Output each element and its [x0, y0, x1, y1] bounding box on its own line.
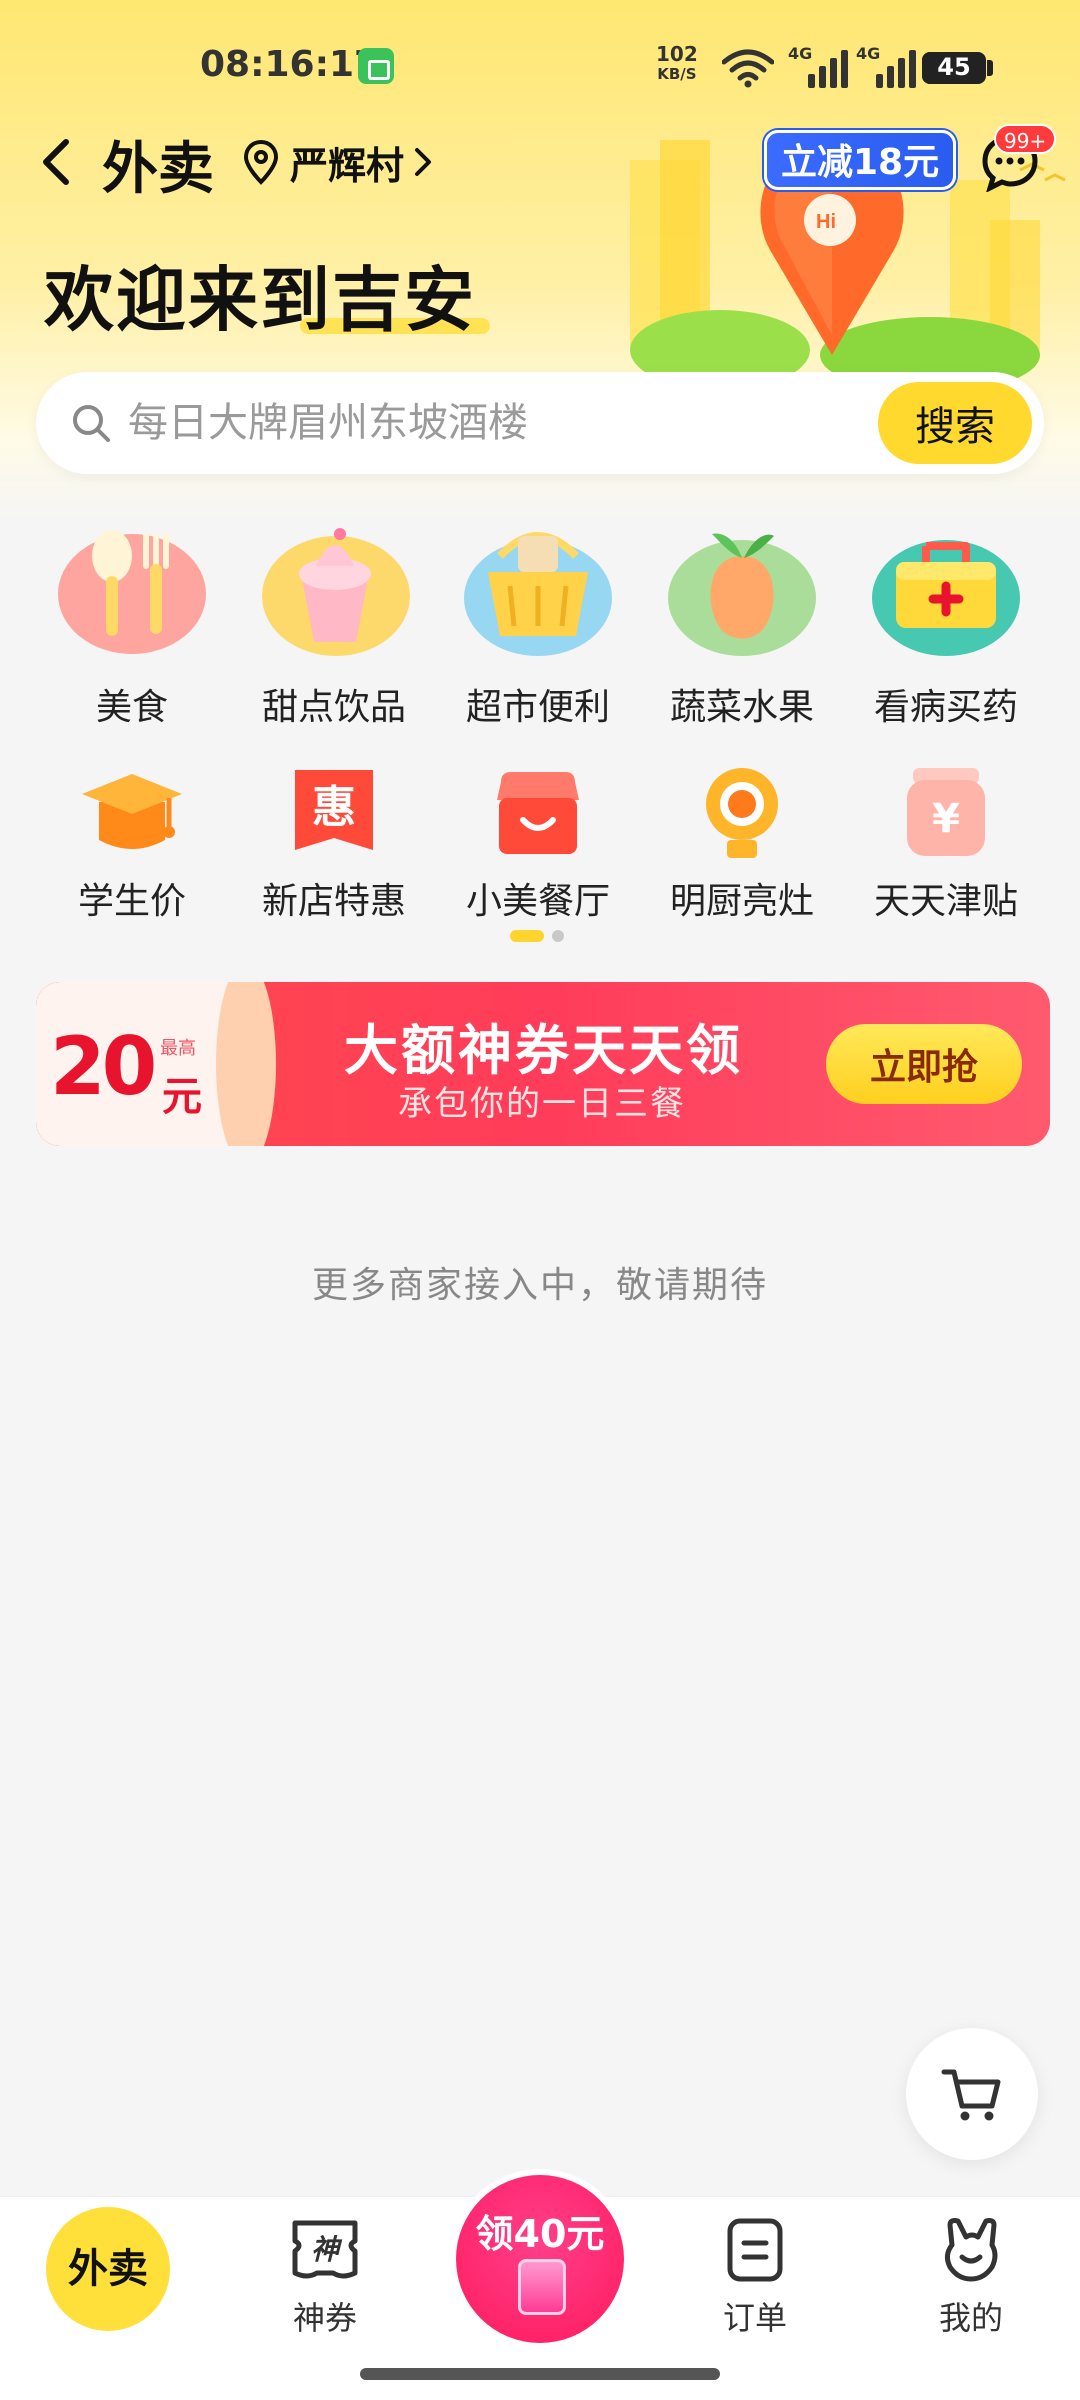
search-button[interactable]: 搜索: [878, 382, 1032, 464]
category-open-kitchen[interactable]: 明厨亮灶: [642, 764, 842, 924]
svg-text:Hi: Hi: [816, 211, 836, 233]
welcome-heading: 欢迎来到吉安: [44, 259, 476, 341]
coupon-banner[interactable]: 20 最高 元 大额神券天天领 承包你的一日三餐 立即抢: [36, 982, 1050, 1146]
location-selector[interactable]: 严辉村: [242, 136, 434, 188]
category-xiaomei-restaurant[interactable]: 小美餐厅: [438, 764, 638, 924]
category-label: 美食: [95, 687, 168, 728]
shop-icon: [497, 772, 579, 854]
nav-claim-reward-button[interactable]: 领40元: [456, 2175, 624, 2343]
category-daily-subsidy[interactable]: ¥ 天天津贴: [846, 764, 1046, 924]
cart-icon: [941, 2069, 1001, 2121]
utensils-icon: [58, 530, 206, 654]
category-label: 小美餐厅: [465, 881, 610, 922]
banner-subtitle: 承包你的一日三餐: [398, 1084, 686, 1124]
rabbit-profile-icon: [944, 2218, 998, 2282]
graduation-cap-icon: [82, 774, 182, 849]
nav-coupons-tab[interactable]: 神 神券: [250, 2215, 400, 2339]
category-label: 天天津贴: [873, 881, 1018, 922]
coupon-tag-icon: 神: [292, 2220, 358, 2279]
coupon-max-label: 最高: [160, 1038, 196, 1059]
cell-signal-1-icon: 4G: [788, 44, 854, 88]
category-desserts[interactable]: 甜点饮品: [234, 516, 434, 730]
location-name: 严辉村: [290, 143, 405, 188]
network-speed-value: 102: [656, 42, 698, 66]
page-title: 外卖: [102, 137, 214, 202]
category-label: 蔬菜水果: [669, 687, 814, 728]
claim-reward-label: 领40元: [475, 2212, 605, 2256]
category-label: 超市便利: [465, 687, 610, 728]
battery-icon: 45: [922, 52, 986, 84]
svg-text:¥: ¥: [932, 796, 960, 842]
nav-home-tab[interactable]: 外卖: [46, 2207, 170, 2331]
battery-level: 45: [937, 53, 971, 81]
category-pharmacy[interactable]: 看病买药: [846, 516, 1046, 730]
category-page-indicator: [510, 930, 564, 942]
svg-text:惠: 惠: [312, 782, 356, 833]
fruit-icon: [668, 533, 816, 656]
category-produce[interactable]: 蔬菜水果: [642, 516, 842, 730]
gift-icon: [518, 2259, 566, 2315]
status-time: 08:16:17: [200, 44, 380, 85]
orders-icon: [727, 2218, 783, 2282]
coupon-unit: 元: [162, 1074, 202, 1120]
nav-orders-tab[interactable]: 订单: [680, 2215, 830, 2339]
cart-button[interactable]: [906, 2028, 1038, 2160]
category-label: 学生价: [77, 881, 186, 922]
yuan-jar-icon: ¥: [907, 768, 985, 856]
back-arrow-icon[interactable]: [34, 132, 78, 192]
network-speed: 102 KB/S: [656, 44, 698, 84]
cell-signal-2-icon: 4G: [856, 44, 922, 88]
category-new-store-deals[interactable]: 惠 新店特惠: [234, 764, 434, 924]
coupon-amount: 20: [50, 1020, 157, 1113]
location-pin-icon: [243, 139, 279, 185]
network-speed-unit: KB/S: [657, 65, 697, 83]
basket-icon: [464, 532, 612, 656]
search-input[interactable]: [128, 390, 888, 456]
svg-text:神: 神: [311, 2233, 343, 2266]
banner-title: 大额神券天天领: [344, 1019, 743, 1082]
hui-tag-icon: 惠: [295, 770, 373, 850]
chevron-right-icon: [415, 148, 432, 176]
category-label: 甜点饮品: [261, 687, 406, 728]
ice-cream-icon: [262, 528, 410, 656]
nav-label: 我的: [938, 2299, 1003, 2337]
page-dot: [552, 930, 564, 942]
search-icon: [73, 405, 110, 442]
medicine-box-icon: [872, 540, 1020, 656]
home-indicator: [360, 2368, 720, 2380]
grab-coupon-button[interactable]: 立即抢: [826, 1024, 1022, 1104]
message-count-badge: 99+: [994, 124, 1057, 154]
nav-label: 订单: [722, 2299, 787, 2337]
empty-state-note: 更多商家接入中，敬请期待: [311, 1265, 768, 1306]
promo-discount-badge[interactable]: 立减18元: [764, 130, 957, 190]
wifi-icon: [722, 49, 774, 88]
page-dot-active: [510, 930, 544, 942]
nav-label: 神券: [292, 2299, 357, 2337]
category-label: 明厨亮灶: [669, 881, 814, 922]
category-student-price[interactable]: 学生价: [32, 764, 232, 924]
app-notification-icon: [358, 48, 394, 84]
camera-icon: [706, 768, 778, 858]
category-supermarket[interactable]: 超市便利: [438, 516, 638, 730]
category-food[interactable]: 美食: [32, 516, 232, 730]
category-label: 新店特惠: [261, 881, 406, 922]
nav-profile-tab[interactable]: 我的: [896, 2215, 1046, 2339]
category-label: 看病买药: [873, 687, 1018, 728]
search-bar[interactable]: 搜索: [36, 372, 1044, 474]
